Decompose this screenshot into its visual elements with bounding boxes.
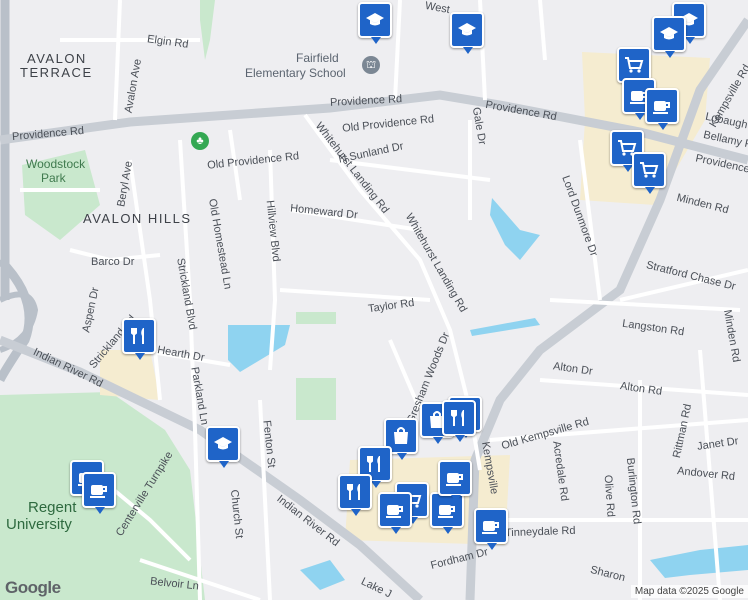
school-pin[interactable] bbox=[450, 12, 484, 54]
place-label-university: University bbox=[6, 516, 72, 533]
poi-label-elementary: Elementary School bbox=[245, 66, 346, 80]
coffee-icon bbox=[445, 468, 465, 488]
school-pin[interactable] bbox=[652, 16, 686, 58]
school-icon bbox=[365, 10, 385, 30]
park-label-woodstock: Woodstock bbox=[26, 157, 86, 171]
restaurant-pin[interactable] bbox=[442, 400, 476, 442]
cafe-pin[interactable] bbox=[82, 472, 116, 514]
school-pin[interactable] bbox=[358, 2, 392, 44]
road-label: Tinneydale Rd bbox=[504, 524, 576, 540]
restaurant-pin[interactable] bbox=[122, 318, 156, 360]
cafe-pin[interactable] bbox=[438, 460, 472, 502]
restaurant-icon bbox=[365, 454, 385, 474]
restaurant-icon bbox=[129, 326, 149, 346]
place-label-avalon-hills: AVALON HILLS bbox=[83, 211, 192, 226]
school-icon bbox=[457, 20, 477, 40]
restaurant-pin[interactable] bbox=[338, 474, 372, 516]
school-icon: ⛫ bbox=[362, 56, 380, 74]
coffee-icon bbox=[481, 516, 501, 536]
coffee-icon bbox=[89, 480, 109, 500]
coffee-icon bbox=[385, 500, 405, 520]
restaurant-icon bbox=[449, 408, 469, 428]
google-logo: Google bbox=[5, 578, 61, 597]
poi-label-fairfield: Fairfield bbox=[296, 51, 339, 65]
coffee-icon bbox=[437, 500, 457, 520]
coffee-icon bbox=[652, 96, 672, 116]
cafe-pin[interactable] bbox=[378, 492, 412, 534]
restaurant-icon bbox=[345, 482, 365, 502]
school-icon bbox=[659, 24, 679, 44]
park-label-park: Park bbox=[41, 171, 66, 185]
map-canvas[interactable]: AVALON TERRACE AVALON HILLS Woodstock Pa… bbox=[0, 0, 748, 600]
road-label: Barco Dr bbox=[91, 256, 135, 268]
place-label-regent: Regent bbox=[28, 499, 77, 516]
tree-icon: ♣ bbox=[191, 132, 209, 150]
school-pin[interactable] bbox=[206, 426, 240, 468]
shopping-bag-icon bbox=[391, 426, 411, 446]
grocery-pin[interactable] bbox=[632, 152, 666, 194]
shopping-cart-icon bbox=[624, 55, 644, 75]
place-label-avalon: AVALON bbox=[27, 51, 87, 66]
shopping-cart-icon bbox=[639, 160, 659, 180]
place-label-terrace: TERRACE bbox=[20, 65, 93, 80]
cafe-pin[interactable] bbox=[474, 508, 508, 550]
map-attribution[interactable]: Map data ©2025 Google bbox=[630, 585, 748, 598]
cafe-pin[interactable] bbox=[645, 88, 679, 130]
school-icon bbox=[213, 434, 233, 454]
